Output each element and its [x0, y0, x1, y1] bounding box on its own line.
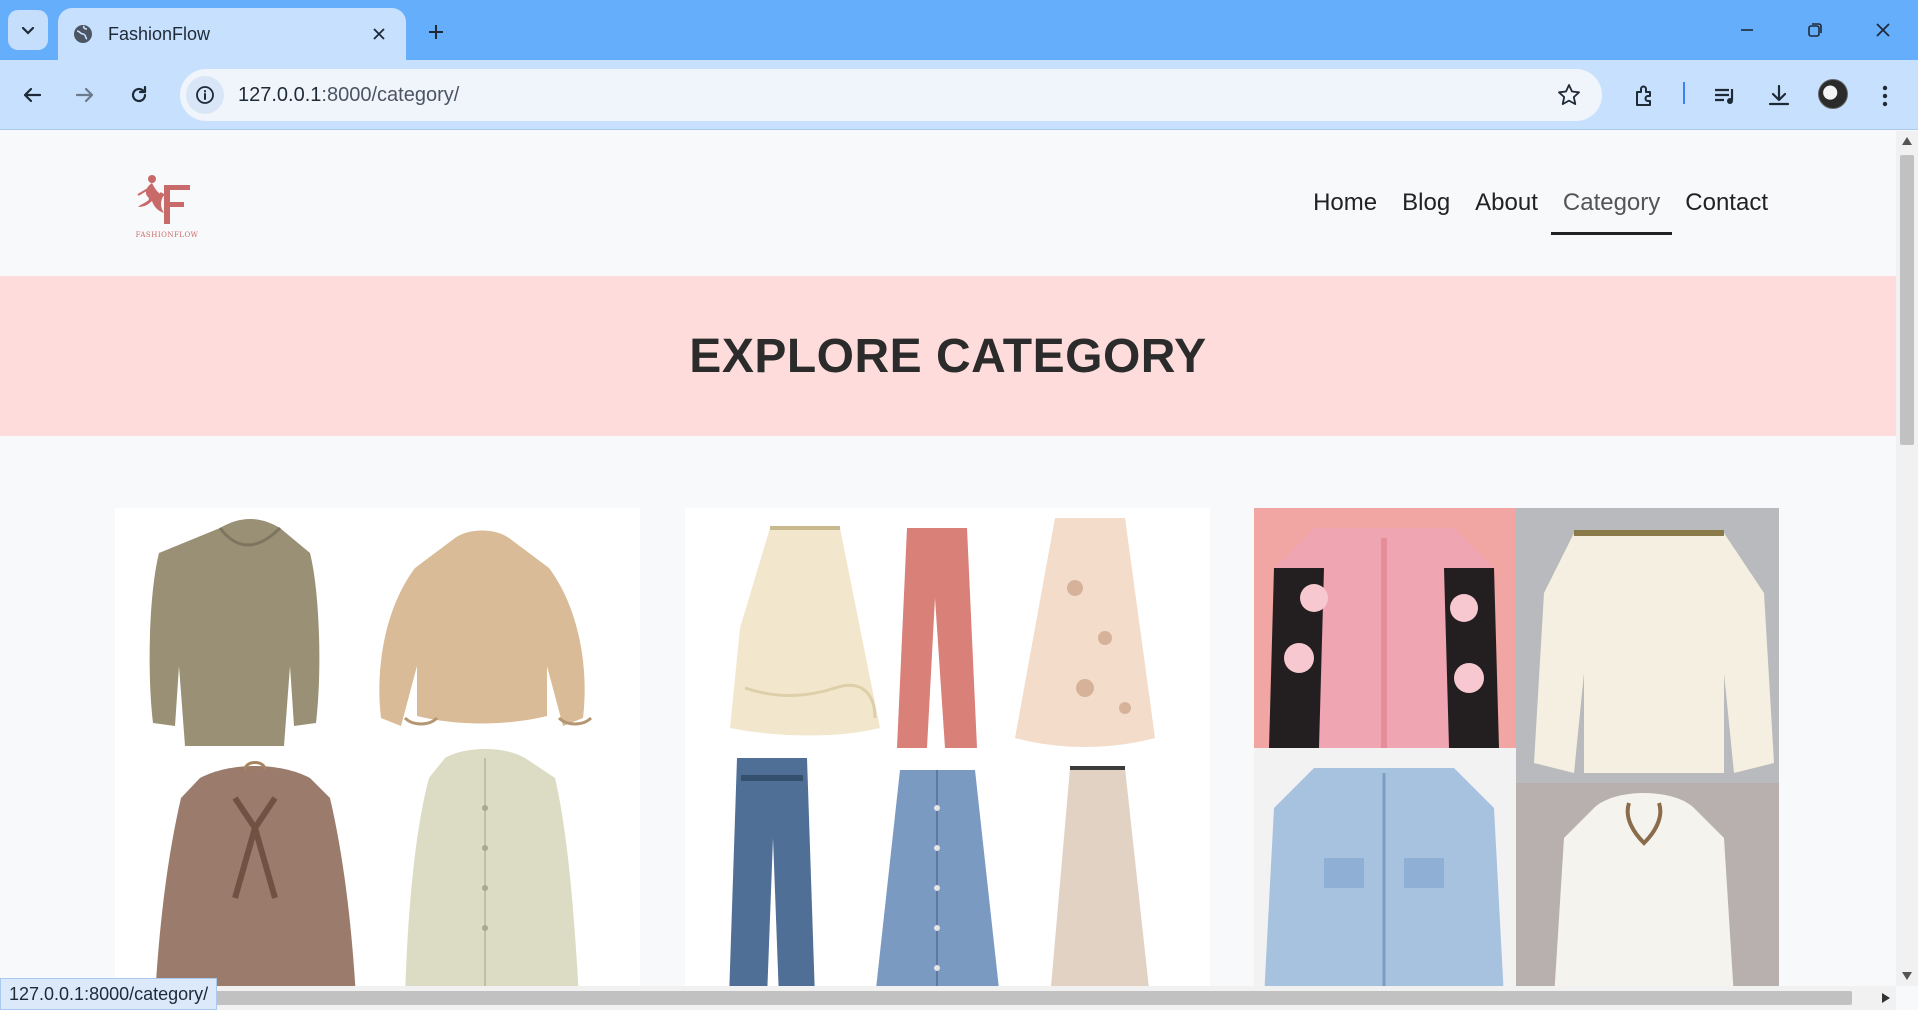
- main-nav: Home Blog About Category Contact: [1313, 189, 1768, 235]
- tab-title: FashionFlow: [108, 23, 211, 44]
- cream-ruffle-skirt-image: [730, 526, 880, 736]
- page-banner: EXPLORE CATEGORY: [0, 276, 1896, 436]
- tab-close-icon[interactable]: [366, 21, 392, 47]
- back-button[interactable]: [12, 75, 52, 115]
- champagne-satin-blouse-image: [379, 530, 593, 726]
- scroll-down-icon[interactable]: [1902, 972, 1912, 980]
- cropped-denim-jacket-image: [1264, 768, 1504, 986]
- plus-icon: [429, 25, 443, 39]
- download-icon[interactable]: [1762, 79, 1796, 113]
- profile-avatar[interactable]: [1818, 79, 1848, 109]
- address-bar[interactable]: 127.0.0.1:8000/category/: [180, 69, 1602, 121]
- close-window-button[interactable]: [1848, 0, 1918, 60]
- globe-icon: [74, 25, 92, 43]
- page-viewport: FASHIONFLOW Home Blog About Category Con…: [0, 131, 1896, 986]
- horizontal-scrollbar[interactable]: [0, 986, 1896, 1010]
- minimize-icon: [1741, 29, 1753, 31]
- kebab-menu-icon[interactable]: [1868, 79, 1902, 113]
- sage-button-shirt-image: [405, 749, 579, 986]
- nav-about[interactable]: About: [1475, 189, 1538, 235]
- fashionflow-logo[interactable]: FASHIONFLOW: [130, 171, 204, 241]
- chevron-down-icon: [21, 26, 35, 35]
- forward-button[interactable]: [65, 75, 105, 115]
- category-grid: [0, 508, 1896, 986]
- category-card-bottoms[interactable]: [685, 508, 1210, 986]
- category-card-outerwear[interactable]: [1254, 508, 1779, 986]
- arrow-left-icon: [23, 87, 42, 103]
- media-playlist-icon[interactable]: [1708, 79, 1742, 113]
- horizontal-scroll-thumb[interactable]: [212, 991, 1852, 1005]
- beige-maxi-skirt-image: [1051, 766, 1149, 986]
- extensions-icon[interactable]: [1628, 79, 1662, 113]
- logo-wordmark: FASHIONFLOW: [136, 231, 199, 239]
- url-text: 127.0.0.1:8000/category/: [238, 84, 459, 107]
- arrow-right-icon: [75, 87, 94, 103]
- scroll-right-icon[interactable]: [1882, 993, 1890, 1003]
- site-info-icon[interactable]: [186, 76, 224, 114]
- toolbar-separator: [1683, 82, 1685, 104]
- new-tab-button[interactable]: [418, 14, 454, 50]
- floral-tulle-skirt-image: [1015, 518, 1155, 747]
- plaid-bow-blouse-image: [155, 761, 356, 986]
- nav-category[interactable]: Category: [1550, 189, 1673, 235]
- close-icon: [1876, 23, 1890, 37]
- browser-tab-strip: FashionFlow: [0, 0, 1918, 60]
- browser-toolbar: 127.0.0.1:8000/category/: [0, 60, 1918, 130]
- nav-blog[interactable]: Blog: [1402, 189, 1450, 235]
- minimize-button[interactable]: [1712, 0, 1782, 60]
- taupe-drape-neck-blouse-image: [149, 519, 320, 746]
- vertical-scroll-thumb[interactable]: [1900, 155, 1914, 445]
- site-header: FASHIONFLOW Home Blog About Category Con…: [0, 131, 1896, 276]
- url-host: 127.0.0.1: [238, 83, 322, 106]
- restore-button[interactable]: [1780, 0, 1850, 60]
- white-knit-bolero-image: [1554, 793, 1734, 986]
- floral-knit-cardigan-image: [1269, 528, 1499, 748]
- bookmark-star-icon[interactable]: [1556, 82, 1582, 113]
- page-title: EXPLORE CATEGORY: [689, 329, 1207, 383]
- denim-button-skirt-image: [876, 770, 999, 986]
- category-card-tops[interactable]: [115, 508, 640, 986]
- nav-contact[interactable]: Contact: [1685, 189, 1768, 235]
- reload-icon: [131, 85, 147, 103]
- tab-search-button[interactable]: [8, 10, 48, 50]
- restore-icon: [1808, 23, 1822, 37]
- reload-button[interactable]: [119, 75, 159, 115]
- rose-wide-trousers-image: [897, 528, 977, 748]
- high-waist-jeans-image: [729, 758, 815, 986]
- scroll-up-icon[interactable]: [1902, 137, 1912, 145]
- vertical-scrollbar[interactable]: [1896, 131, 1918, 986]
- browser-tab[interactable]: FashionFlow: [58, 8, 406, 60]
- url-path: :8000/category/: [321, 83, 460, 106]
- cream-crochet-top-image: [1534, 530, 1774, 773]
- link-status-bubble: 127.0.0.1:8000/category/: [0, 978, 218, 1010]
- nav-home[interactable]: Home: [1313, 189, 1377, 235]
